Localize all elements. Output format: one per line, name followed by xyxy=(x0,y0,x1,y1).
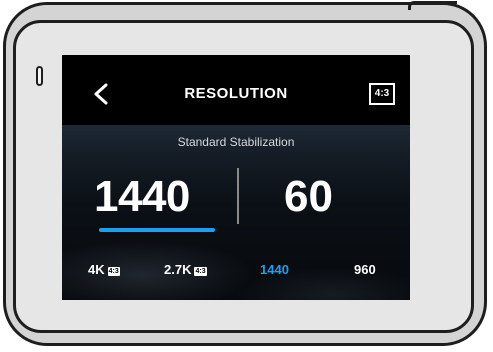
aspect-ratio-button[interactable]: 4:3 xyxy=(369,83,395,105)
resolution-options: 4K 4:3 2.7K 4:3 1440 960 xyxy=(62,259,410,283)
camera-screen: RESOLUTION 4:3 Standard Stabilization 14… xyxy=(62,55,410,300)
option-label: 1440 xyxy=(260,262,289,277)
selected-resolution[interactable]: 1440 xyxy=(94,172,224,222)
option-label: 2.7K xyxy=(164,262,192,277)
option-label: 960 xyxy=(354,262,376,277)
aspect-badge: 4:3 xyxy=(194,267,207,276)
resolution-option-1440[interactable]: 1440 xyxy=(260,259,289,281)
resolution-selection-indicator xyxy=(99,228,215,232)
shutter-button-edge xyxy=(408,1,457,10)
aspect-badge: 4:3 xyxy=(107,267,120,276)
top-bar: RESOLUTION 4:3 xyxy=(62,55,410,125)
resolution-option-4k[interactable]: 4K 4:3 xyxy=(88,259,120,281)
resolution-option-2-7k[interactable]: 2.7K 4:3 xyxy=(164,259,207,281)
status-led xyxy=(36,66,43,86)
selected-fps[interactable]: 60 xyxy=(284,172,364,222)
page-title: RESOLUTION xyxy=(184,85,288,102)
value-divider xyxy=(237,168,239,224)
resolution-option-960[interactable]: 960 xyxy=(354,259,376,281)
option-label: 4K xyxy=(88,262,105,277)
stabilization-label: Standard Stabilization xyxy=(177,135,295,149)
